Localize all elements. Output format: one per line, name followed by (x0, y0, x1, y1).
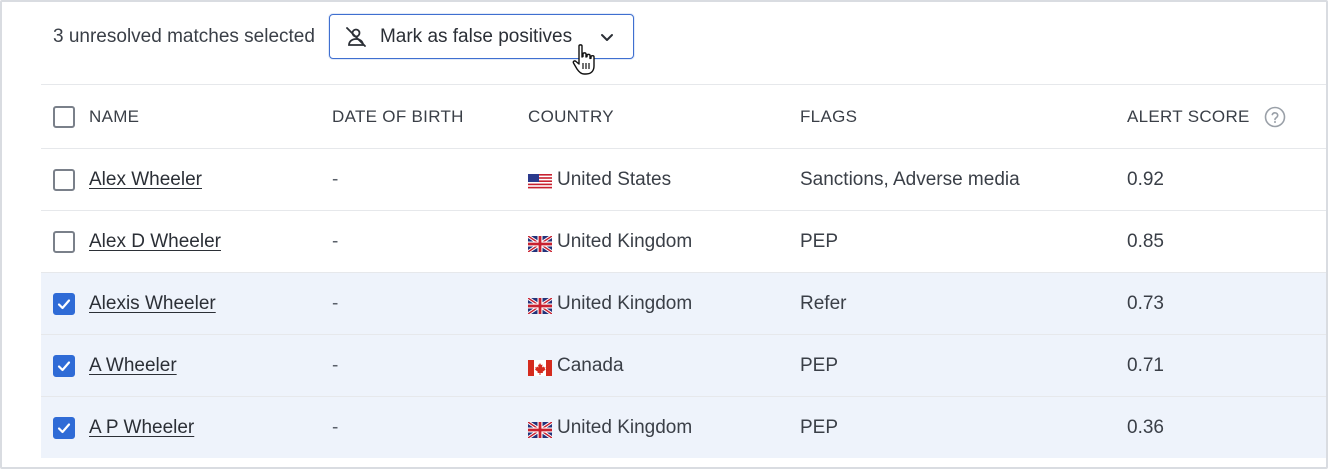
matches-table: NAME DATE OF BIRTH COUNTRY FLAGS ALERT S… (41, 84, 1326, 458)
match-name-link[interactable]: Alex Wheeler (89, 169, 202, 191)
alert-score: 0.92 (1127, 168, 1164, 190)
column-header-country[interactable]: COUNTRY (528, 85, 614, 148)
column-header-flags[interactable]: FLAGS (800, 85, 857, 148)
uk-flag-icon (527, 234, 553, 253)
date-of-birth: - (332, 168, 339, 190)
match-name-link[interactable]: A P Wheeler (89, 417, 194, 439)
match-flags: PEP (800, 230, 839, 252)
country-name: Canada (557, 354, 624, 376)
mark-false-positives-button[interactable]: Mark as false positives (328, 14, 634, 75)
us-flag-icon (528, 173, 552, 190)
match-flags: Refer (800, 292, 847, 314)
person-off-icon (344, 25, 368, 49)
date-of-birth: - (332, 292, 339, 314)
row-checkbox[interactable] (53, 230, 75, 253)
table-row[interactable]: A P Wheeler - United Kingdom PEP 0.36 (41, 396, 1326, 458)
country-name: United Kingdom (557, 292, 693, 314)
canada-flag-icon (528, 359, 552, 376)
column-header-dob[interactable]: DATE OF BIRTH (332, 85, 464, 148)
row-checkbox[interactable] (53, 354, 75, 377)
column-header-alert-score[interactable]: ALERT SCORE (1127, 85, 1286, 148)
match-name-link[interactable]: Alexis Wheeler (89, 293, 216, 315)
checkmark-icon (57, 422, 71, 433)
checkmark-icon (57, 298, 71, 309)
column-header-name[interactable]: NAME (89, 85, 139, 148)
country-name: United States (557, 168, 672, 190)
match-flags: PEP (800, 416, 839, 438)
alert-score: 0.73 (1127, 292, 1164, 314)
country-name: United Kingdom (557, 416, 693, 438)
row-checkbox[interactable] (53, 292, 75, 315)
table-row[interactable]: Alex Wheeler - United States Sanctions, … (41, 148, 1326, 210)
date-of-birth: - (332, 230, 339, 252)
alert-score: 0.85 (1127, 230, 1164, 252)
matches-panel: 3 unresolved matches selected Mark as fa… (0, 0, 1328, 469)
alert-score-label: ALERT SCORE (1127, 106, 1250, 126)
row-checkbox[interactable] (53, 168, 75, 191)
mark-false-positives-label: Mark as false positives (379, 25, 573, 47)
country-name: United Kingdom (557, 230, 693, 252)
match-flags: PEP (800, 354, 839, 376)
bulk-action-toolbar: 3 unresolved matches selected Mark as fa… (53, 13, 634, 75)
match-flags: Sanctions, Adverse media (800, 168, 1020, 190)
chevron-down-icon (599, 29, 615, 45)
row-checkbox[interactable] (53, 416, 75, 439)
match-name-link[interactable]: Alex D Wheeler (89, 231, 221, 253)
alert-score: 0.36 (1127, 416, 1164, 438)
selection-count-text: 3 unresolved matches selected (53, 25, 315, 47)
table-header-row: NAME DATE OF BIRTH COUNTRY FLAGS ALERT S… (41, 84, 1326, 148)
table-row[interactable]: Alexis Wheeler - United Kingdom Refer 0.… (41, 272, 1326, 334)
table-row[interactable]: A Wheeler - Canada PEP 0.71 (41, 334, 1326, 396)
date-of-birth: - (332, 416, 339, 438)
uk-flag-icon (527, 420, 553, 439)
checkmark-icon (57, 360, 71, 371)
date-of-birth: - (332, 354, 339, 376)
hand-pointer-cursor-icon (571, 43, 597, 77)
uk-flag-icon (527, 296, 553, 315)
table-row[interactable]: Alex D Wheeler - United Kingdom PEP 0.85 (41, 210, 1326, 272)
match-name-link[interactable]: A Wheeler (89, 355, 177, 377)
alert-score: 0.71 (1127, 354, 1164, 376)
select-all-checkbox[interactable] (53, 105, 75, 128)
help-icon[interactable] (1264, 106, 1286, 128)
